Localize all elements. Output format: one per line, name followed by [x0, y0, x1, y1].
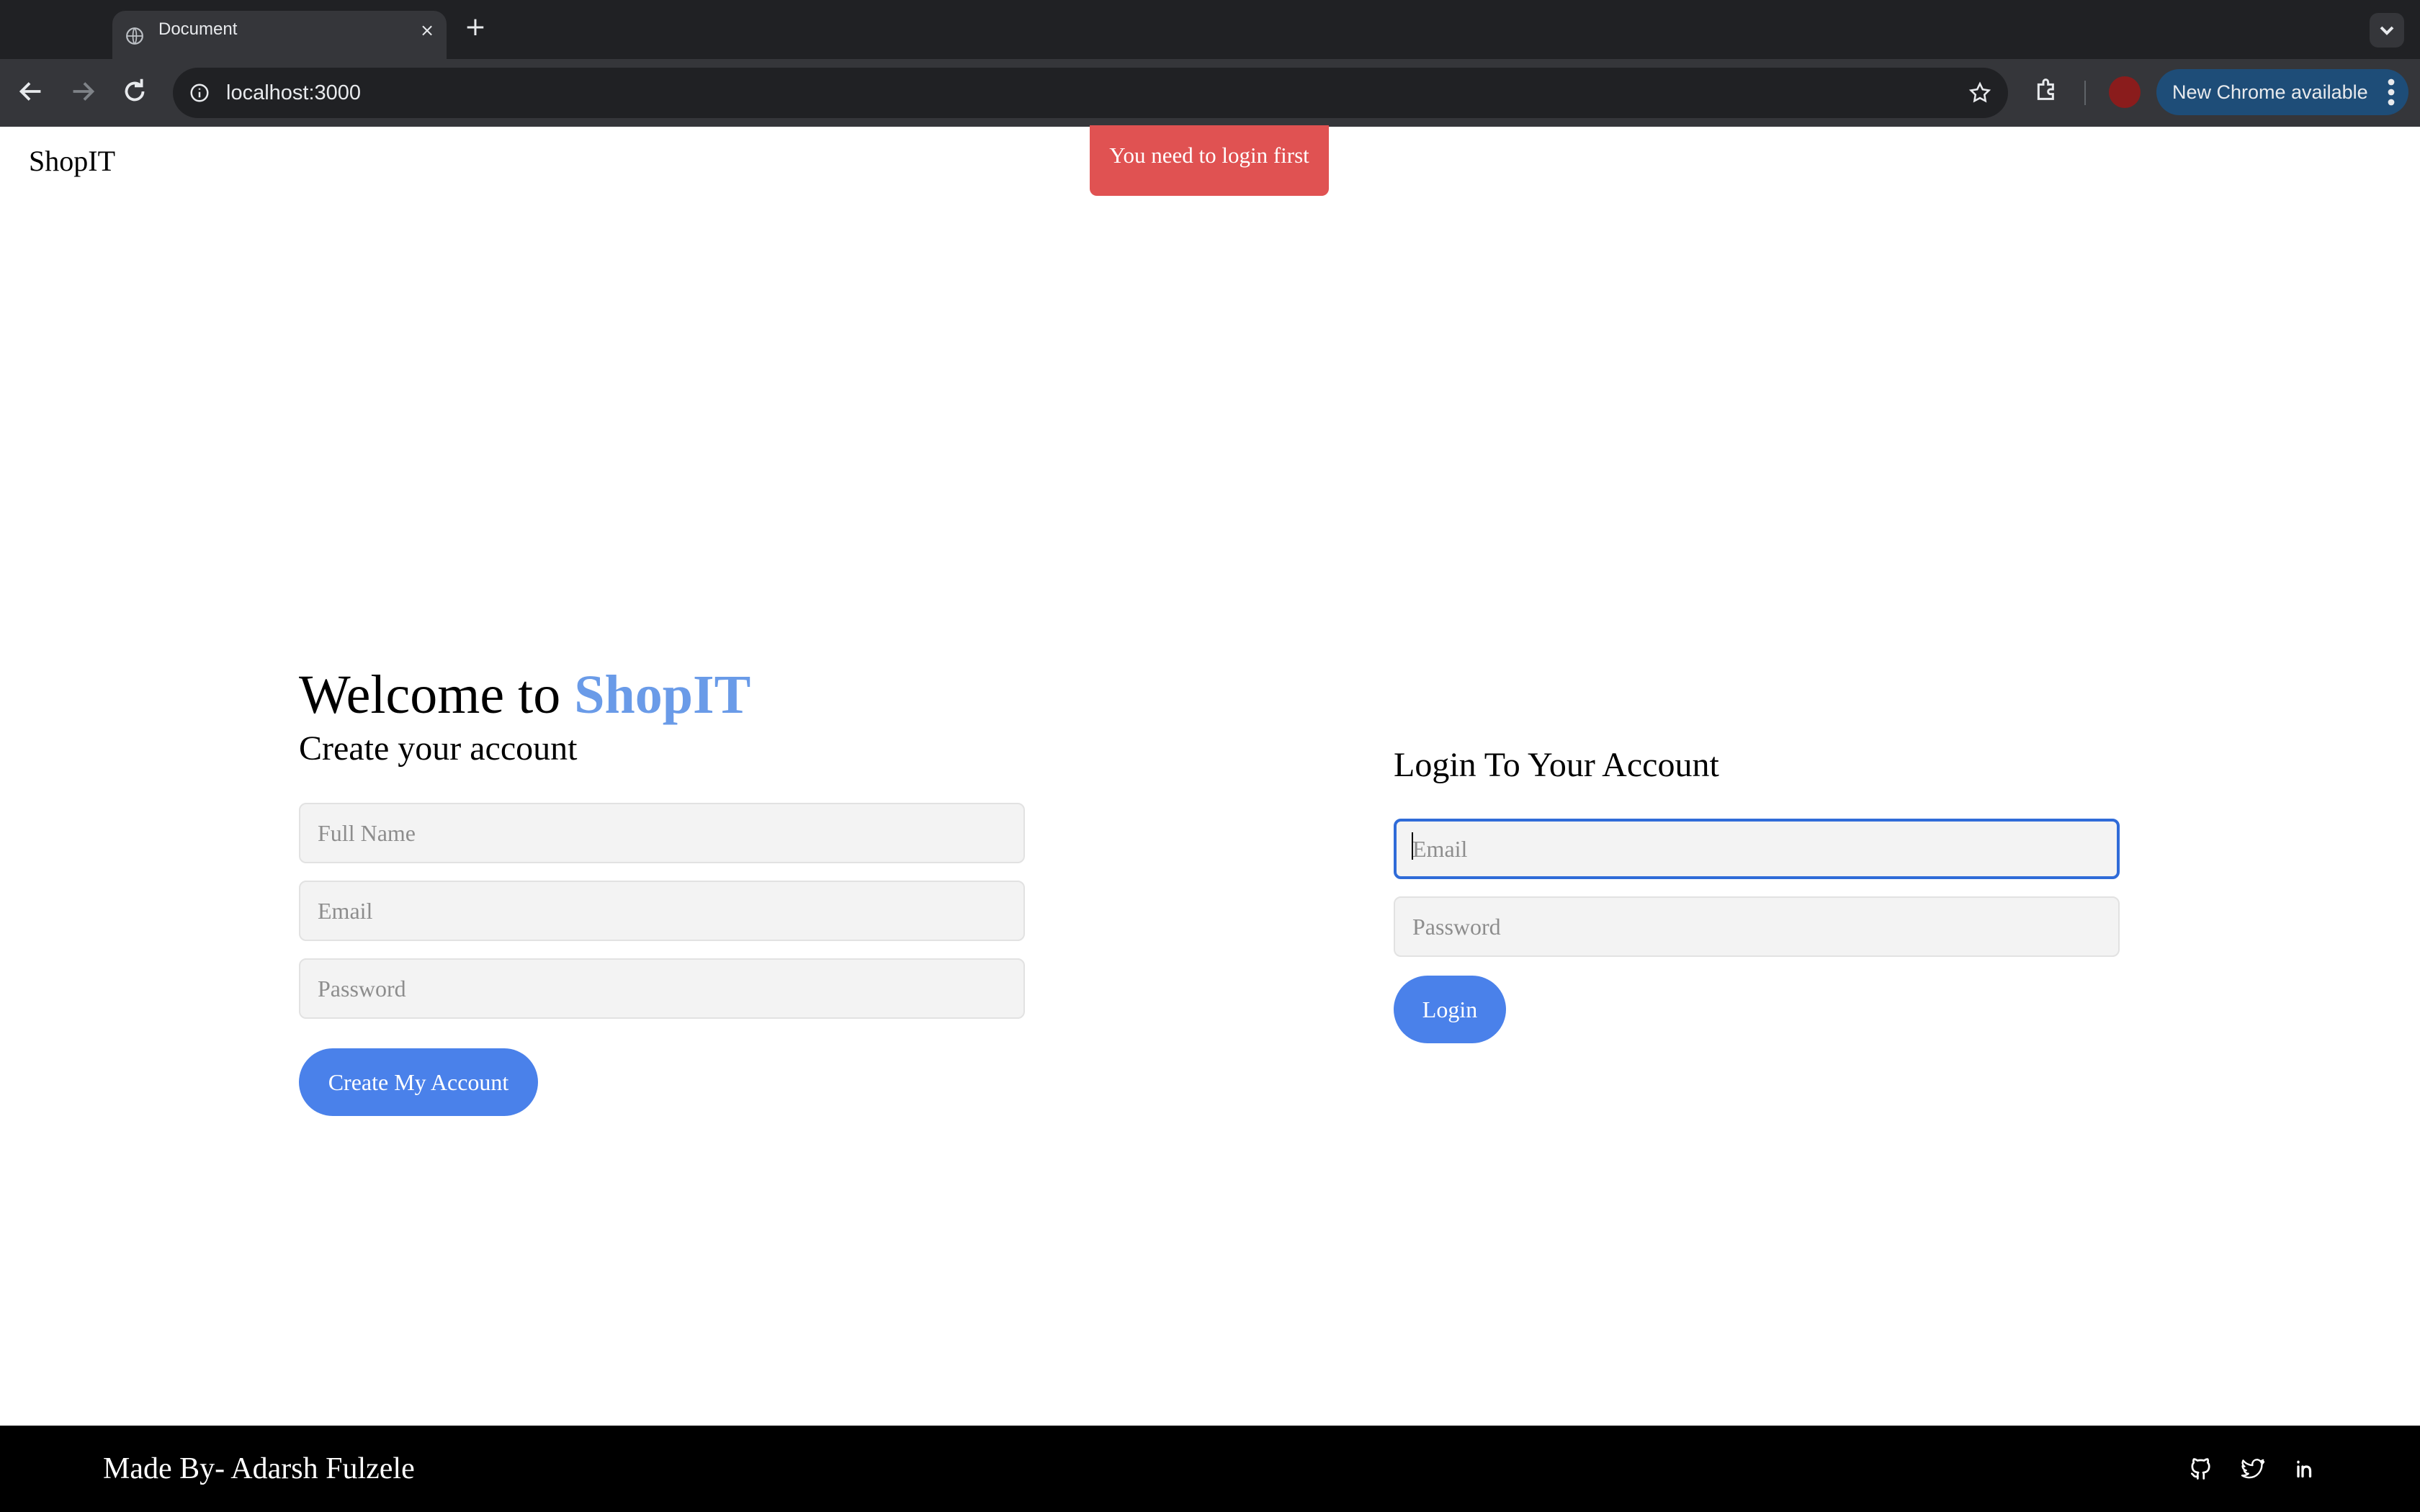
new-tab-button[interactable]: +	[461, 13, 490, 42]
welcome-brand: ShopIT	[574, 665, 751, 725]
toolbar-divider	[2084, 81, 2086, 105]
update-label: New Chrome available	[2172, 81, 2368, 103]
site-info-icon[interactable]	[189, 82, 210, 104]
welcome-prefix: Welcome to	[299, 665, 561, 725]
chrome-update-button[interactable]: New Chrome available	[2156, 69, 2408, 115]
register-password-input[interactable]	[299, 958, 1025, 1019]
github-icon[interactable]	[2188, 1456, 2214, 1482]
browser-tab[interactable]: Document ×	[112, 11, 447, 59]
globe-icon	[126, 27, 143, 45]
register-title: Create your account	[299, 729, 578, 768]
register-fullname-input[interactable]	[299, 803, 1025, 863]
register-email-input[interactable]	[299, 881, 1025, 941]
login-title: Login To Your Account	[1394, 746, 1719, 784]
address-bar[interactable]: localhost:3000	[173, 68, 2008, 118]
welcome-heading: Welcome to ShopIT	[299, 664, 750, 726]
reload-icon[interactable]	[118, 75, 151, 108]
site-logo[interactable]: ShopIT	[29, 144, 115, 178]
browser-tab-strip: Document × +	[0, 0, 2420, 59]
more-vert-icon	[2388, 78, 2395, 106]
extensions-puzzle-icon[interactable]	[2033, 75, 2061, 104]
tab-search-button[interactable]	[2370, 13, 2404, 48]
login-email-input[interactable]	[1394, 819, 2120, 879]
profile-avatar[interactable]	[2109, 76, 2141, 108]
chevron-down-icon	[2380, 26, 2394, 35]
linkedin-icon[interactable]	[2292, 1456, 2318, 1482]
site-footer: Made By- Adarsh Fulzele	[0, 1426, 2420, 1512]
footer-credit: Made By- Adarsh Fulzele	[103, 1452, 415, 1485]
tab-close-icon[interactable]: ×	[418, 21, 436, 40]
tab-title: Document	[158, 19, 238, 39]
back-arrow-icon[interactable]	[14, 75, 48, 108]
login-password-input[interactable]	[1394, 896, 2120, 957]
twitter-icon[interactable]	[2240, 1456, 2266, 1482]
create-account-button[interactable]: Create My Account	[299, 1048, 538, 1116]
error-toast: You need to login first	[1090, 125, 1329, 196]
forward-arrow-icon[interactable]	[66, 75, 99, 108]
url-text: localhost:3000	[226, 81, 362, 104]
login-button[interactable]: Login	[1394, 976, 1506, 1043]
text-caret	[1412, 832, 1413, 860]
bookmark-star-icon[interactable]	[1968, 81, 1992, 105]
